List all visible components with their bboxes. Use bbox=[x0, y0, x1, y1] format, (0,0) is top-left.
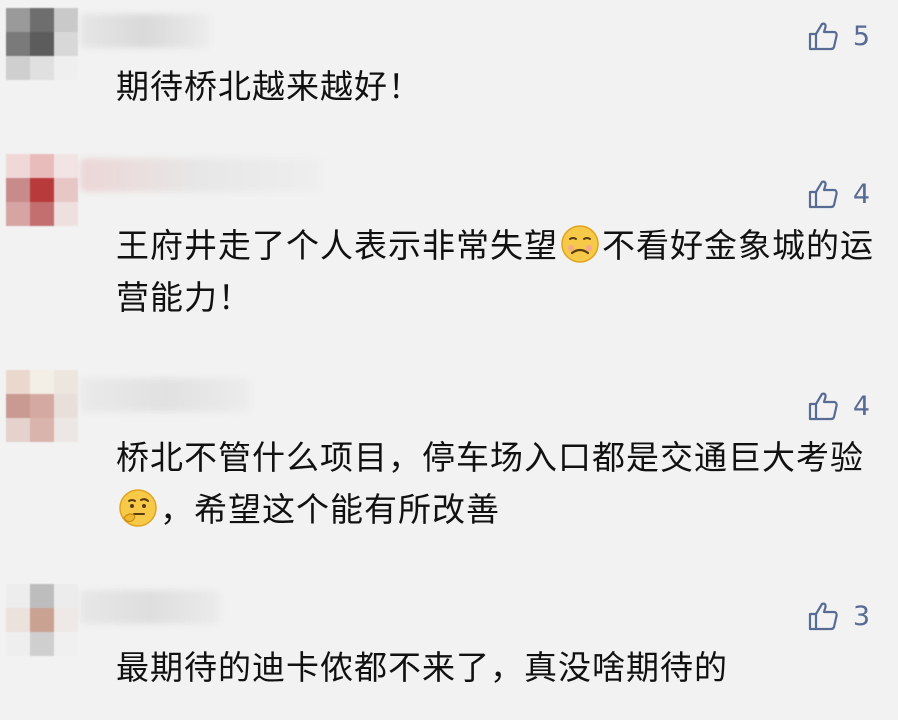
comment-text-part1: 桥北不管什么项目，停车场入口都是交通巨大考验 bbox=[116, 438, 864, 477]
like-button[interactable]: 5 bbox=[807, 20, 870, 52]
thumbs-up-icon bbox=[808, 22, 838, 51]
avatar[interactable] bbox=[6, 154, 78, 226]
comment-list: 5 期待桥北越来越好！ 4 王府井走了个人表示非常失望 不看好金象城的运营能力！… bbox=[0, 0, 898, 720]
nickname-blurred bbox=[80, 158, 320, 192]
like-count: 3 bbox=[852, 600, 870, 632]
nickname-blurred bbox=[80, 590, 220, 624]
avatar[interactable] bbox=[6, 370, 78, 442]
like-button[interactable]: 4 bbox=[807, 178, 870, 210]
anguished-face-emoji-icon bbox=[561, 225, 599, 263]
thumbs-up-icon bbox=[808, 392, 838, 421]
like-count: 4 bbox=[852, 390, 870, 422]
comment-text: 期待桥北越来越好！ bbox=[116, 67, 422, 106]
like-count: 5 bbox=[852, 20, 870, 52]
thumbs-up-icon bbox=[808, 180, 838, 209]
comment-text: 最期待的迪卡侬都不来了，真没啥期待的 bbox=[116, 648, 728, 687]
comment-text: 桥北不管什么项目，停车场入口都是交通巨大考验 ，希望这个能有所改善 bbox=[116, 432, 876, 536]
comment-text: 王府井走了个人表示非常失望 不看好金象城的运营能力！ bbox=[116, 220, 876, 324]
like-count: 4 bbox=[852, 178, 870, 210]
avatar[interactable] bbox=[6, 584, 78, 656]
nickname-blurred bbox=[80, 14, 210, 48]
thinking-face-emoji-icon bbox=[119, 489, 157, 527]
avatar[interactable] bbox=[6, 8, 78, 80]
comment-text-part2: ，希望这个能有所改善 bbox=[160, 490, 500, 529]
thumbs-up-icon bbox=[808, 602, 838, 631]
like-button[interactable]: 4 bbox=[807, 390, 870, 422]
nickname-blurred bbox=[80, 378, 250, 412]
comment-text-part1: 王府井走了个人表示非常失望 bbox=[116, 226, 558, 265]
like-button[interactable]: 3 bbox=[807, 600, 870, 632]
